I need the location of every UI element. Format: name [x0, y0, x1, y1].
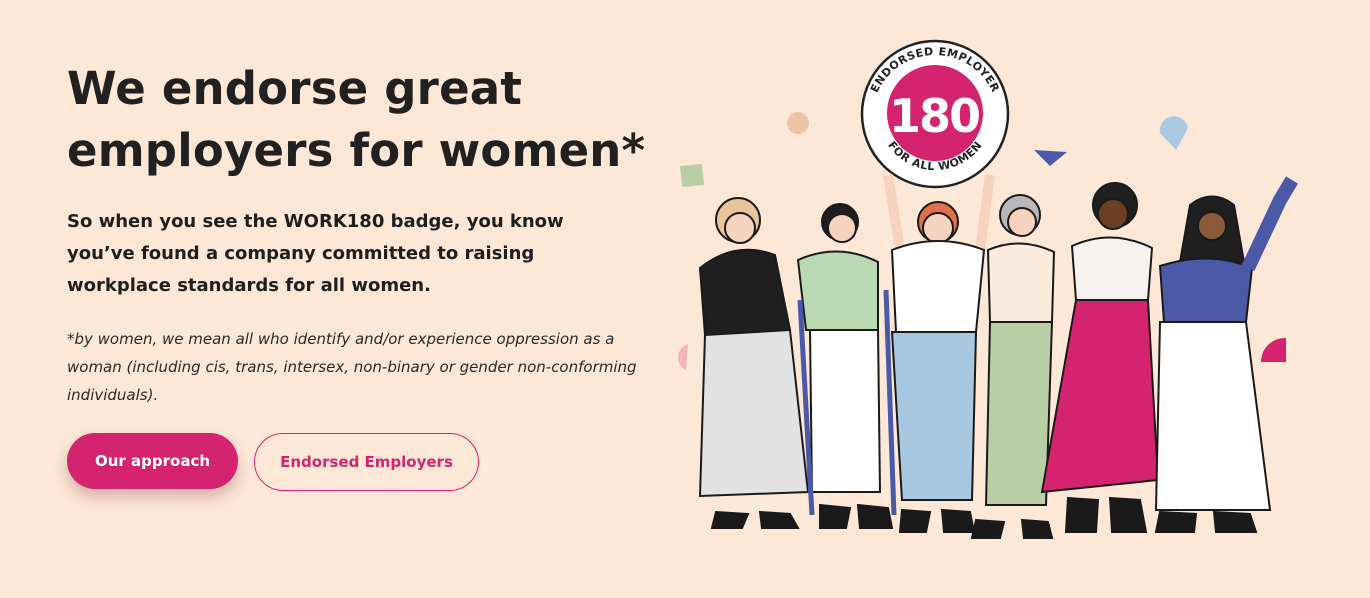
confetti-half-circle: [678, 344, 688, 370]
woman-figure-5: [1040, 182, 1160, 533]
headline-line-1: We endorse great: [67, 62, 523, 115]
hero-lead-paragraph: So when you see the WORK180 badge, you k…: [67, 211, 564, 296]
confetti-square: [680, 163, 705, 188]
confetti-semicircle: [1159, 116, 1188, 150]
woman-figure-3: [883, 174, 995, 533]
woman-figure-1: [698, 197, 810, 529]
confetti-quarter: [1261, 337, 1286, 362]
headline-line-2: employers for women*: [67, 124, 646, 177]
badge-number: 180: [889, 89, 979, 143]
woman-figure-2: [796, 203, 897, 529]
endorsed-employers-button[interactable]: Endorsed Employers: [254, 433, 479, 491]
hero-footnote: *by women, we mean all who identify and/…: [67, 330, 637, 404]
our-approach-button[interactable]: Our approach: [67, 433, 238, 489]
endorsed-employer-badge: ENDORSED EMPLOYER FOR ALL WOMEN 180: [860, 39, 1010, 189]
confetti-circle: [787, 112, 809, 134]
confetti-triangle: [1034, 150, 1067, 166]
cta-buttons: Our approach Endorsed Employers: [67, 433, 479, 491]
hero-section: We endorse great employers for women* So…: [0, 0, 1370, 598]
women-group-illustration: ENDORSED EMPLOYER FOR ALL WOMEN 180: [678, 39, 1298, 539]
hero-headline: We endorse great employers for women*: [67, 58, 647, 182]
hero-text-column: We endorse great employers for women* So…: [67, 58, 647, 409]
